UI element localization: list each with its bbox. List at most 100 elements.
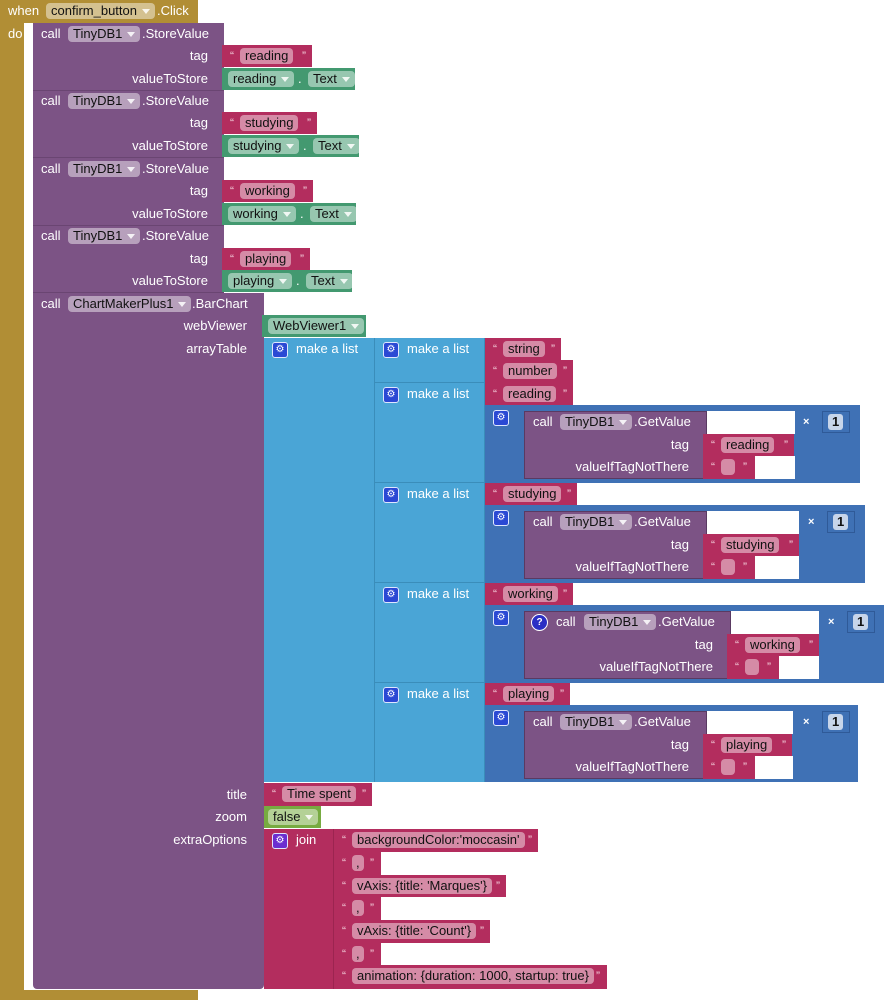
barchart-block[interactable] bbox=[33, 293, 264, 989]
component-dropdown[interactable]: WebViewer1 bbox=[268, 318, 365, 334]
text-block[interactable]: “backgroundColor:'moccasin'” bbox=[334, 829, 538, 852]
webviewer-block[interactable]: WebViewer1 bbox=[262, 315, 366, 337]
component-property-block[interactable]: reading. Text bbox=[222, 68, 355, 90]
component-dropdown[interactable]: TinyDB1 bbox=[68, 26, 141, 42]
text-block[interactable]: “playing” bbox=[703, 734, 792, 756]
text-block[interactable]: “” bbox=[727, 656, 779, 679]
text-block[interactable]: “” bbox=[703, 756, 755, 779]
text-value[interactable]: reading bbox=[721, 437, 775, 453]
property-dropdown[interactable]: Text bbox=[306, 273, 353, 289]
text-value[interactable]: studying bbox=[721, 537, 780, 553]
component-property-block[interactable]: working. Text bbox=[222, 203, 357, 225]
text-value[interactable]: playing bbox=[503, 686, 555, 702]
gear-icon[interactable]: ⚙ bbox=[493, 710, 509, 726]
gear-icon[interactable]: ⚙ bbox=[493, 410, 509, 426]
make-list-outer[interactable] bbox=[264, 338, 375, 782]
text-block[interactable]: “working” bbox=[222, 180, 313, 202]
component-property-block[interactable]: playing. Text bbox=[222, 270, 353, 292]
component-dropdown[interactable]: ChartMakerPlus1 bbox=[68, 296, 192, 312]
component-dropdown[interactable]: studying bbox=[228, 138, 300, 154]
number-value[interactable]: 1 bbox=[828, 714, 844, 730]
property-dropdown[interactable]: Text bbox=[313, 138, 360, 154]
text-value[interactable]: vAxis: {title: 'Marques'} bbox=[352, 878, 492, 894]
text-block[interactable]: “vAxis: {title: 'Marques'}” bbox=[334, 875, 506, 897]
component-dropdown[interactable]: TinyDB1 bbox=[560, 414, 633, 430]
property-dropdown[interactable]: Text bbox=[308, 71, 355, 87]
text-block[interactable]: “,” bbox=[334, 897, 381, 920]
text-value[interactable] bbox=[721, 559, 735, 575]
text-block[interactable]: “reading” bbox=[703, 434, 794, 456]
text-block[interactable]: “Time spent” bbox=[264, 783, 372, 806]
text-block[interactable]: “studying” bbox=[485, 483, 577, 505]
component-dropdown[interactable]: reading bbox=[228, 71, 295, 87]
text-block[interactable]: “animation: {duration: 1000, startup: tr… bbox=[334, 965, 607, 989]
component-dropdown[interactable]: TinyDB1 bbox=[560, 514, 633, 530]
event-component-dropdown[interactable]: confirm_button bbox=[46, 3, 155, 19]
text-value[interactable]: animation: {duration: 1000, startup: tru… bbox=[352, 968, 594, 984]
text-value[interactable]: string bbox=[503, 341, 545, 357]
text-value[interactable]: , bbox=[352, 900, 364, 916]
text-value[interactable]: playing bbox=[240, 251, 292, 267]
text-value[interactable]: vAxis: {title: 'Count'} bbox=[352, 923, 477, 939]
number-value[interactable]: 1 bbox=[853, 614, 869, 630]
text-value[interactable]: , bbox=[352, 855, 364, 871]
text-value[interactable] bbox=[745, 659, 759, 675]
number-block[interactable]: 1 bbox=[847, 611, 875, 633]
gear-icon[interactable]: ⚙ bbox=[383, 687, 399, 703]
component-dropdown[interactable]: TinyDB1 bbox=[68, 228, 141, 244]
text-block[interactable]: “number” bbox=[485, 360, 573, 383]
text-block[interactable]: “studying” bbox=[222, 112, 317, 134]
gear-icon[interactable]: ⚙ bbox=[383, 342, 399, 358]
gear-icon[interactable]: ⚙ bbox=[272, 833, 288, 849]
text-value[interactable]: playing bbox=[721, 737, 773, 753]
gear-icon[interactable]: ⚙ bbox=[383, 487, 399, 503]
text-value[interactable]: Time spent bbox=[282, 786, 356, 802]
component-dropdown[interactable]: playing bbox=[228, 273, 293, 289]
text-block[interactable]: “” bbox=[703, 456, 755, 479]
join-block[interactable] bbox=[264, 829, 334, 989]
number-value[interactable]: 1 bbox=[828, 414, 844, 430]
component-property-block[interactable]: studying. Text bbox=[222, 135, 360, 157]
number-block[interactable]: 1 bbox=[827, 511, 855, 533]
component-dropdown[interactable]: working bbox=[228, 206, 296, 222]
text-value[interactable] bbox=[721, 759, 735, 775]
gear-icon[interactable]: ⚙ bbox=[493, 610, 509, 626]
text-block[interactable]: “studying” bbox=[703, 534, 799, 556]
text-block[interactable]: “string” bbox=[485, 338, 561, 360]
number-value[interactable]: 1 bbox=[833, 514, 849, 530]
property-dropdown[interactable]: Text bbox=[310, 206, 357, 222]
gear-icon[interactable]: ⚙ bbox=[493, 510, 509, 526]
number-block[interactable]: 1 bbox=[822, 411, 850, 433]
gear-icon[interactable]: ⚙ bbox=[383, 387, 399, 403]
gear-icon[interactable]: ⚙ bbox=[272, 342, 288, 358]
text-value[interactable] bbox=[721, 459, 735, 475]
text-block[interactable]: “” bbox=[703, 556, 755, 579]
text-value[interactable]: working bbox=[503, 586, 558, 602]
text-block[interactable]: “,” bbox=[334, 852, 381, 875]
text-block[interactable]: “working” bbox=[485, 583, 573, 605]
text-value[interactable]: , bbox=[352, 946, 364, 962]
text-block[interactable]: “reading” bbox=[222, 45, 312, 67]
boolean-block[interactable]: false bbox=[264, 806, 321, 828]
text-value[interactable]: studying bbox=[240, 115, 299, 131]
text-value[interactable]: studying bbox=[503, 486, 562, 502]
text-value[interactable]: reading bbox=[503, 386, 557, 402]
text-value[interactable]: reading bbox=[240, 48, 294, 64]
text-value[interactable]: working bbox=[240, 183, 295, 199]
gear-icon[interactable]: ⚙ bbox=[383, 587, 399, 603]
component-dropdown[interactable]: TinyDB1 bbox=[584, 614, 657, 630]
component-dropdown[interactable]: TinyDB1 bbox=[560, 714, 633, 730]
text-block[interactable]: “playing” bbox=[222, 248, 310, 270]
text-block[interactable]: “,” bbox=[334, 943, 381, 965]
text-block[interactable]: “reading” bbox=[485, 383, 573, 405]
help-icon[interactable]: ? bbox=[531, 614, 548, 631]
text-value[interactable]: backgroundColor:'moccasin' bbox=[352, 832, 525, 848]
text-block[interactable]: “vAxis: {title: 'Count'}” bbox=[334, 920, 490, 943]
text-block[interactable]: “playing” bbox=[485, 683, 570, 705]
component-dropdown[interactable]: TinyDB1 bbox=[68, 93, 141, 109]
boolean-dropdown[interactable]: false bbox=[268, 809, 319, 825]
text-value[interactable]: working bbox=[745, 637, 800, 653]
component-dropdown[interactable]: TinyDB1 bbox=[68, 161, 141, 177]
text-block[interactable]: “working” bbox=[727, 634, 819, 656]
text-value[interactable]: number bbox=[503, 363, 558, 379]
